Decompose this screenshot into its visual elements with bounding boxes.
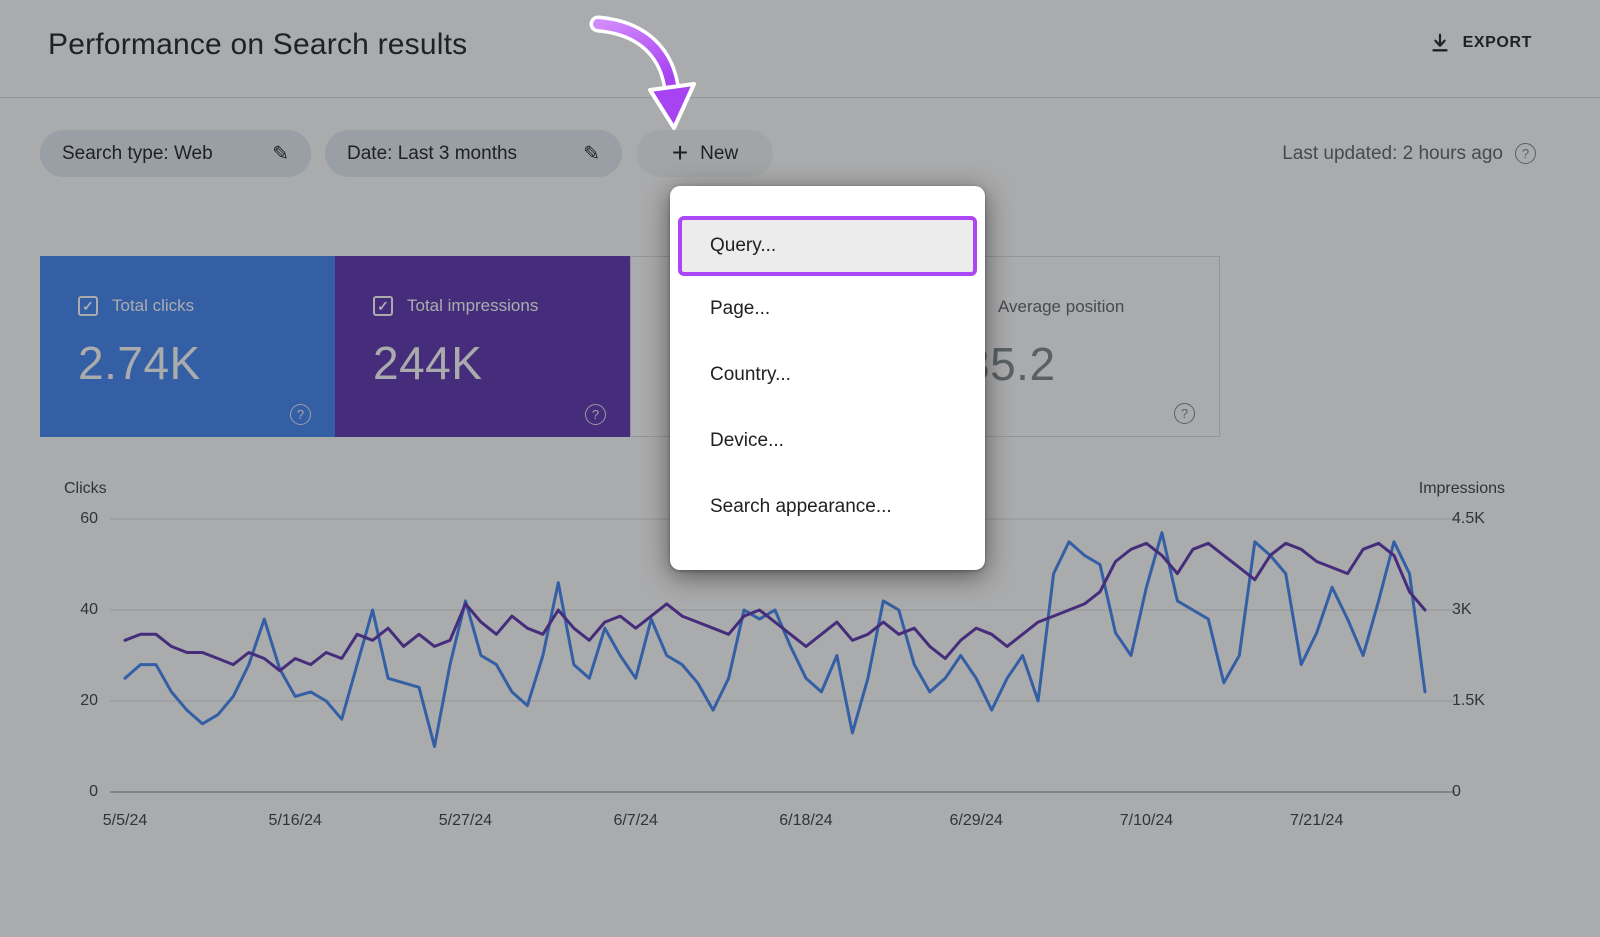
menu-item-label: Device... [710,430,784,452]
menu-item-label: Country... [710,364,791,386]
menu-item-query[interactable]: Query... [678,216,977,276]
menu-item-country[interactable]: Country... [670,342,985,408]
menu-item-page[interactable]: Page... [670,276,985,342]
menu-item-search-appearance[interactable]: Search appearance... [670,474,985,540]
menu-item-device[interactable]: Device... [670,408,985,474]
annotation-arrow-icon [560,8,730,143]
menu-item-label: Search appearance... [710,496,892,518]
menu-item-label: Page... [710,298,770,320]
new-filter-dropdown: Query... Page... Country... Device... Se… [670,186,985,570]
menu-item-label: Query... [710,235,776,257]
